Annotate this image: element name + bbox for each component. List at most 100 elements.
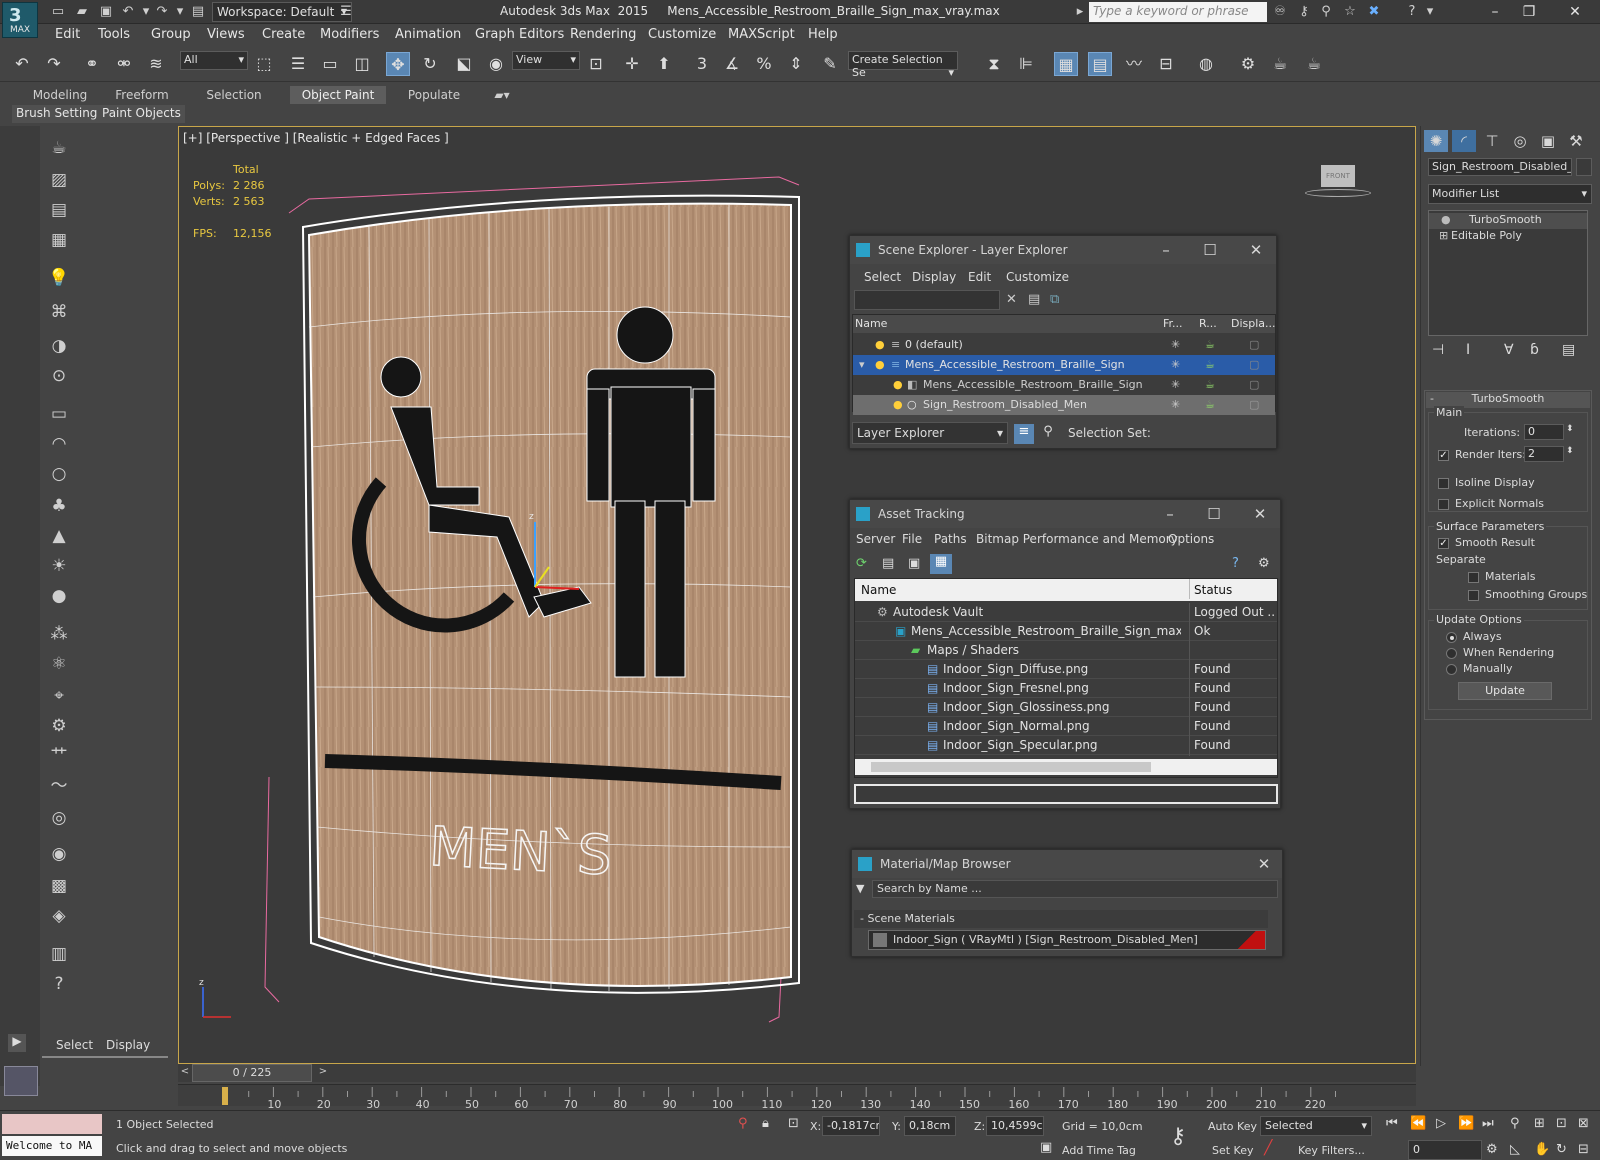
material-search-input[interactable]: Search by Name ... [872,880,1278,898]
exchange-x-icon[interactable]: ✖ [1366,4,1382,20]
previous-frame-arrow-icon[interactable]: < [178,1066,192,1080]
hierarchy-tab-icon[interactable]: ⊤ [1480,130,1504,152]
minimize-button[interactable]: – [1146,236,1186,264]
asset-menu-server[interactable]: Server [856,532,895,546]
window-crossing-icon[interactable]: ◫ [350,52,374,76]
menu-customize[interactable]: Customize [648,27,716,42]
undo-icon[interactable]: ↶ [120,4,136,20]
redo-icon[interactable]: ↷ [154,4,170,20]
zoom-extents-icon[interactable]: ⊡ [1556,1116,1567,1131]
object-row-selected[interactable]: ● ○ Sign_Restroom_Disabled_Men ✳ ☕ ▢ [853,395,1275,415]
maximize-button[interactable]: ❐ [1514,2,1544,22]
spinner-arrows-icon[interactable]: ⬍ [1566,446,1574,456]
bind-space-warp-icon[interactable]: ≋ [144,52,168,76]
pin-stack-icon[interactable]: ⊣ [1432,342,1444,358]
menu-graph-editors[interactable]: Graph Editors [475,27,564,42]
add-time-tag-button[interactable]: Add Time Tag [1062,1144,1136,1157]
expand-chevron-icon[interactable]: ▾ [859,355,865,375]
tab-populate[interactable]: Populate [394,86,474,104]
viewcube-ring[interactable] [1305,189,1371,197]
go-to-start-icon[interactable]: ⏮ [1386,1116,1398,1131]
camera-icon[interactable]: ⌘ [46,300,72,324]
material-sample-icon[interactable]: ◈ [46,904,72,928]
align-icon[interactable]: ⊫ [1014,52,1038,76]
modify-tab-icon[interactable]: ◜ [1452,130,1476,152]
asset-row[interactable]: ▤ Indoor_Sign_Glossiness.png Found [855,698,1277,718]
scene-explorer-menu-display[interactable]: Display [912,270,956,284]
column-freeze[interactable]: Fr... [1163,315,1193,335]
curve-editor-icon[interactable]: 〰 [1122,52,1146,76]
subscription-icon[interactable]: ⚲ [1318,4,1334,20]
asset-row[interactable]: ▰ Maps / Shaders [855,641,1277,661]
video-camera-icon[interactable]: ⊙ [46,364,72,388]
layers-mode-icon[interactable]: ≡ [1014,424,1034,444]
blue-sphere-icon[interactable]: ◉ [46,842,72,866]
horizontal-scrollbar[interactable] [855,759,1277,775]
paint-objects-panel[interactable]: Paint Objects [98,105,185,123]
dome-icon[interactable]: ◠ [46,432,72,456]
x-coordinate-field[interactable]: -0,1817cm [822,1116,880,1136]
layers-icon[interactable]: ⧉ [1050,292,1059,307]
menu-views[interactable]: Views [207,27,245,42]
box-icon[interactable]: ▭ [46,402,72,426]
display-tab-icon[interactable]: ▣ [1536,130,1560,152]
scene-materials-group[interactable]: - Scene Materials [854,910,1268,928]
set-key-button[interactable]: Set Key [1212,1144,1254,1157]
spinner-arrows-icon[interactable]: ⬍ [1566,424,1574,434]
pan-view-icon[interactable]: ✋ [1534,1142,1550,1157]
gizmo-icon[interactable]: ⌖ [46,684,72,708]
named-selection-set-dropdown[interactable]: Create Selection Se ▾ [848,51,958,79]
render-setup-icon[interactable]: ⚙ [1236,52,1260,76]
scene-select-tab[interactable]: Select [56,1038,93,1052]
selection-filter-dropdown[interactable]: All ▾ [180,51,248,70]
unlink-icon[interactable]: ⚮ [112,52,136,76]
current-frame-field[interactable]: 0 [1408,1140,1482,1160]
isoline-display-checkbox[interactable]: Isoline Display [1438,476,1535,489]
update-always-radio[interactable]: Always [1446,630,1502,643]
favorites-star-icon[interactable]: ☆ [1342,4,1358,20]
menu-edit[interactable]: Edit [55,27,80,42]
gear-icon[interactable]: ⚙ [46,714,72,738]
asset-row[interactable]: ▣ Mens_Accessible_Restroom_Braille_Sign_m… [855,622,1277,642]
toggle-layer-explorer-icon[interactable]: ▤ [1088,52,1112,76]
workspace-dropdown[interactable]: Workspace: Default ▾ [212,2,352,22]
undo-icon[interactable]: ↶ [10,52,34,76]
time-slider-thumb[interactable]: 0 / 225 [192,1064,312,1082]
asset-menu-bitmap-performance[interactable]: Bitmap Performance and Memory [976,532,1178,546]
object-color-swatch[interactable] [1576,158,1592,176]
object-name-field[interactable]: Sign_Restroom_Disabled_Men [1428,158,1572,176]
moon-icon[interactable]: ◑ [46,334,72,358]
help-dropdown-icon[interactable]: ▾ [1422,4,1438,20]
ribbon-options-icon[interactable]: ▰▾ [486,86,518,104]
key-icon[interactable]: ⚷ [1296,4,1312,20]
teapot-icon[interactable]: ☕ [1205,395,1215,415]
viewcube[interactable]: FRONT [1305,165,1371,201]
scrollbar-thumb[interactable] [871,762,1151,772]
asset-menu-paths[interactable]: Paths [934,532,967,546]
close-button[interactable]: ✕ [1240,500,1280,528]
orbit-icon[interactable]: ↻ [1556,1142,1567,1157]
set-key-key-icon[interactable]: ⚷ [1170,1124,1186,1149]
table-view-icon[interactable]: ▦ [930,554,952,574]
asset-row[interactable]: ▤ Indoor_Sign_Normal.png Found [855,717,1277,737]
reference-coordinate-dropdown[interactable]: View ▾ [512,51,580,70]
menu-tools[interactable]: Tools [98,27,130,42]
select-by-name-icon[interactable]: ☰ [286,52,310,76]
remove-modifier-icon[interactable]: ɓ [1530,342,1539,358]
schematic-view-icon[interactable]: ⊟ [1154,52,1178,76]
minimize-button[interactable]: – [1480,2,1510,22]
material-editor-icon[interactable]: ◍ [1194,52,1218,76]
tab-object-paint[interactable]: Object Paint [290,86,386,104]
clear-search-icon[interactable]: ✕ [1006,292,1017,307]
clipboard-icon[interactable]: ▥ [46,942,72,966]
previous-key-icon[interactable]: ⏪ [1410,1116,1426,1131]
list-view-icon[interactable]: ▤ [882,556,894,571]
iterations-spinner[interactable]: 0 [1524,424,1564,440]
grass-icon[interactable]: ⺾ [46,744,72,768]
maxscript-listener-pink[interactable] [2,1114,102,1134]
viewcube-front-face[interactable]: FRONT [1321,165,1355,187]
angle-snap-icon[interactable]: ∡ [720,52,744,76]
light-bulb-icon[interactable]: ● [875,335,885,355]
scene-explorer-menu-select[interactable]: Select [864,270,901,284]
pivot-center-icon[interactable]: ⊡ [584,52,608,76]
